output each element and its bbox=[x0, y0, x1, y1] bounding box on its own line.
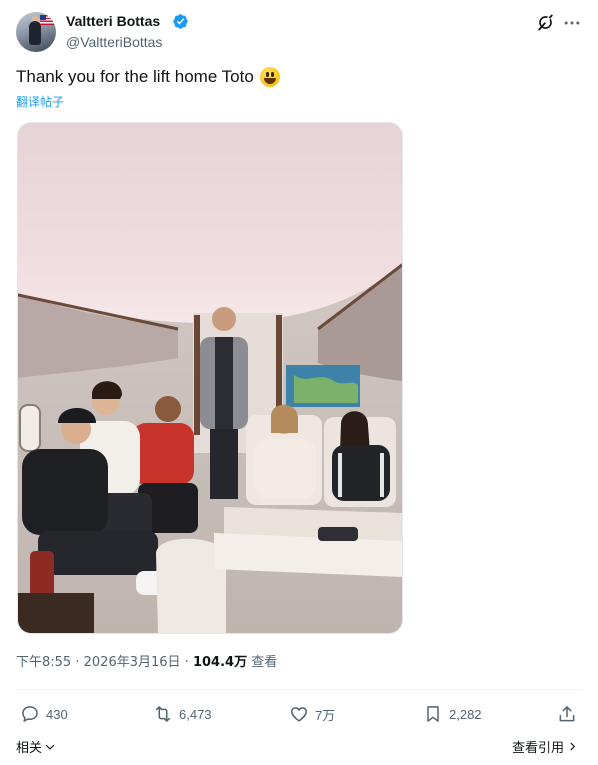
meta-separator: · bbox=[184, 655, 189, 670]
views-label: 查看 bbox=[251, 655, 278, 670]
like-button[interactable]: 7万 bbox=[289, 703, 335, 725]
heart-icon bbox=[291, 707, 307, 722]
share-button[interactable] bbox=[557, 703, 577, 725]
bookmark-count: 2,282 bbox=[449, 706, 482, 722]
chevron-right-icon bbox=[570, 742, 575, 751]
author-handle[interactable]: @ValtteriBottas bbox=[66, 34, 162, 50]
chevron-down-icon bbox=[45, 744, 55, 750]
divider bbox=[16, 689, 582, 690]
tweet-text: Thank you for the lift home Toto bbox=[16, 67, 280, 87]
more-options-icon[interactable] bbox=[562, 13, 582, 33]
related-dropdown[interactable]: 相关 bbox=[16, 737, 56, 756]
author-display-name[interactable]: Valtteri Bottas bbox=[66, 13, 160, 29]
meta-separator: · bbox=[75, 655, 80, 670]
repost-count: 6,473 bbox=[179, 706, 212, 722]
us-flag-icon bbox=[40, 15, 54, 25]
tweet-text-body: Thank you for the lift home Toto bbox=[16, 67, 254, 86]
tweet-meta: 下午8:55 · 2026年3月16日 · 104.4万 查看 bbox=[16, 651, 277, 670]
translate-post-link[interactable]: 翻译帖子 bbox=[16, 93, 64, 110]
repost-button[interactable]: 6,473 bbox=[153, 703, 212, 725]
views-count: 104.4万 bbox=[192, 655, 248, 670]
view-quotes-link[interactable]: 查看引用 bbox=[512, 737, 578, 756]
tweet-date[interactable]: 2026年3月16日 bbox=[84, 655, 181, 670]
repost-icon bbox=[156, 706, 170, 722]
grok-icon[interactable] bbox=[536, 13, 555, 32]
bookmark-icon bbox=[427, 706, 439, 722]
reply-count: 430 bbox=[46, 706, 68, 722]
grinning-face-emoji-icon bbox=[259, 67, 280, 87]
view-quotes-label: 查看引用 bbox=[512, 741, 565, 756]
reply-icon bbox=[22, 706, 38, 722]
author-avatar[interactable] bbox=[16, 12, 56, 52]
tweet-photo[interactable] bbox=[17, 122, 403, 634]
share-icon bbox=[559, 706, 575, 722]
bookmark-button[interactable]: 2,282 bbox=[423, 703, 482, 725]
related-label: 相关 bbox=[16, 741, 43, 756]
verified-badge-icon bbox=[173, 14, 188, 29]
tweet-time[interactable]: 下午8:55 bbox=[16, 655, 71, 670]
jet-cabin-photo-illustration bbox=[18, 123, 402, 633]
reply-button[interactable]: 430 bbox=[20, 703, 68, 725]
like-count: 7万 bbox=[315, 707, 336, 723]
